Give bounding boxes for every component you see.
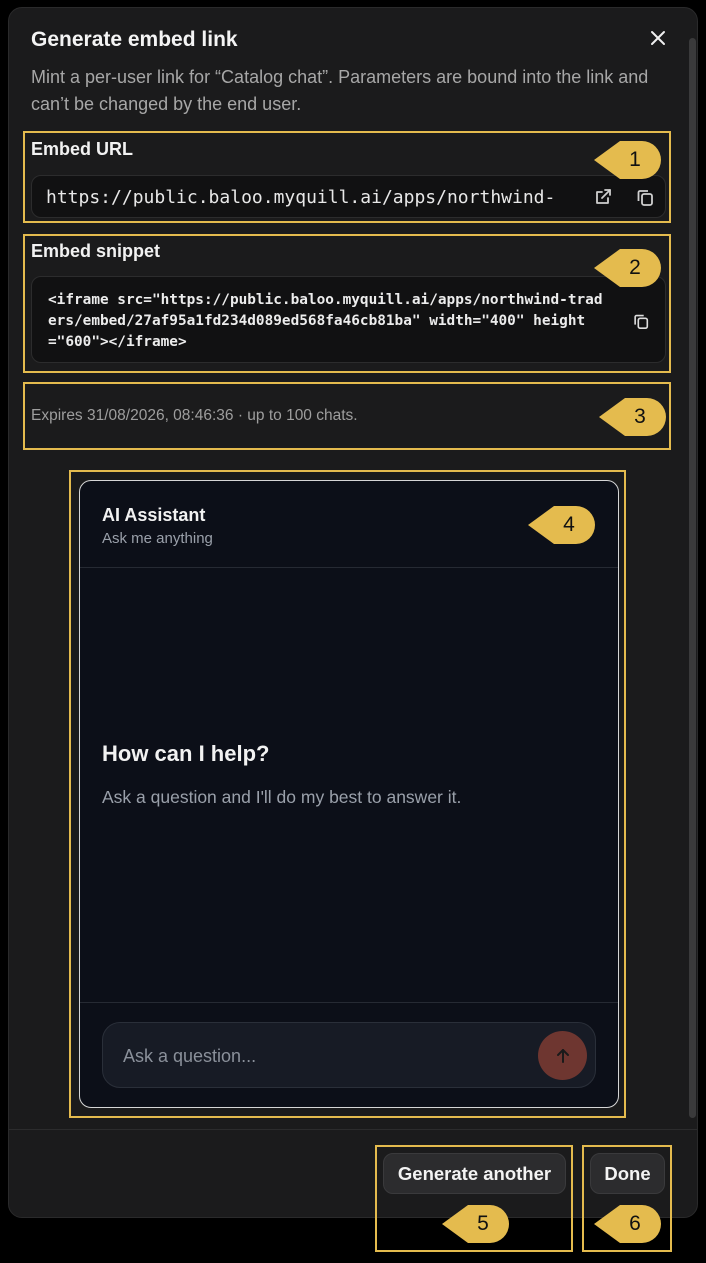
copy-snippet-button[interactable]: [628, 308, 654, 334]
annotation-number: 4: [563, 513, 575, 536]
arrow-up-icon: [556, 1048, 569, 1063]
embed-url-field[interactable]: https://public.baloo.myquill.ai/apps/nor…: [31, 175, 666, 218]
chat-preview: AI Assistant Ask me anything How can I h…: [79, 480, 619, 1108]
embed-snippet-value[interactable]: <iframe src="https://public.baloo.myquil…: [48, 290, 608, 353]
embed-snippet-label: Embed snippet: [31, 241, 161, 261]
preview-subheading: Ask a question and I'll do my best to an…: [102, 787, 462, 807]
preview-input-placeholder: Ask a question...: [123, 1046, 257, 1066]
annotation-number: 2: [629, 256, 641, 279]
copy-url-button[interactable]: [632, 184, 658, 210]
annotation-number: 6: [629, 1212, 641, 1235]
done-button[interactable]: Done: [590, 1153, 665, 1194]
dialog-description: Mint a per-user link for “Catalog chat”.…: [31, 67, 649, 114]
external-link-icon: [596, 189, 611, 204]
preview-heading: How can I help?: [102, 741, 270, 766]
preview-divider: [80, 1002, 618, 1003]
annotation-marker-1: 1: [592, 138, 664, 182]
annotation-number: 3: [634, 405, 646, 428]
annotation-marker-4: 4: [526, 503, 598, 547]
embed-url-value[interactable]: https://public.baloo.myquill.ai/apps/nor…: [46, 187, 576, 208]
annotation-marker-3: 3: [597, 395, 669, 439]
annotation-marker-6: 6: [592, 1202, 664, 1246]
preview-subtitle: Ask me anything: [102, 530, 213, 547]
copy-icon: [637, 190, 653, 206]
open-url-button[interactable]: [590, 184, 616, 210]
embed-link-dialog: Generate embed link Mint a per-user link…: [8, 7, 698, 1218]
embed-url-label: Embed URL: [31, 139, 134, 159]
annotation-number: 1: [629, 148, 641, 171]
preview-title: AI Assistant: [102, 505, 206, 525]
scrollbar-thumb[interactable]: [689, 38, 696, 1118]
close-button[interactable]: [646, 26, 670, 50]
annotation-number: 5: [477, 1212, 489, 1235]
generate-another-button[interactable]: Generate another: [383, 1153, 566, 1194]
expiry-text: Expires 31/08/2026, 08:46:36 · up to 100…: [31, 407, 358, 424]
preview-send-button[interactable]: [538, 1031, 587, 1080]
preview-question-input[interactable]: Ask a question...: [102, 1022, 596, 1088]
footer-divider: [9, 1129, 697, 1130]
embed-snippet-field[interactable]: <iframe src="https://public.baloo.myquil…: [31, 276, 666, 363]
annotation-marker-2: 2: [592, 246, 664, 290]
dialog-title: Generate embed link: [31, 28, 238, 51]
copy-icon: [634, 314, 649, 330]
scrollbar[interactable]: [687, 8, 697, 1128]
annotation-marker-5: 5: [440, 1202, 512, 1246]
close-icon: [651, 31, 665, 45]
